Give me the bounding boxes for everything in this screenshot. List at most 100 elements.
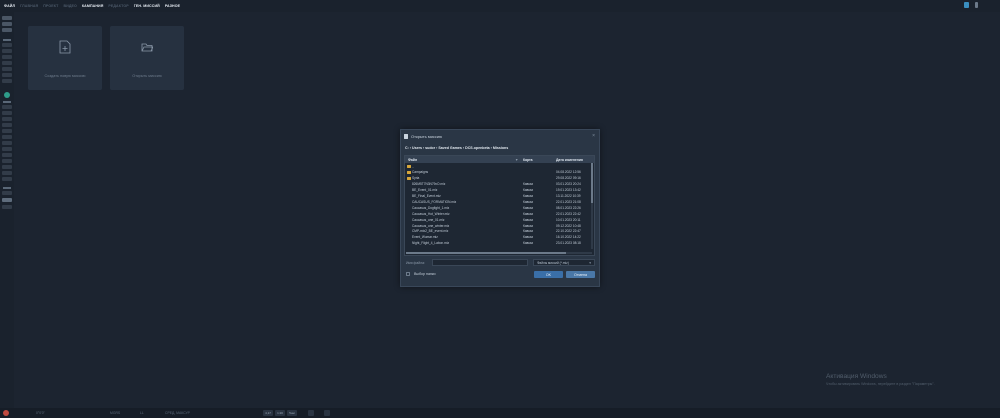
tool-button[interactable] <box>2 191 12 195</box>
file-name: CAUCASUS_FORMATION.miz <box>412 199 457 204</box>
tool-button[interactable] <box>2 105 12 109</box>
file-row[interactable]: Caucasus_Dogfight_1.miz Кавказ 08.01.2023 … <box>405 205 590 211</box>
file-row[interactable]: Caucasus_Hot_Winter.miz Кавказ 22.01.2023 … <box>405 211 590 217</box>
close-icon[interactable]: × <box>592 133 595 139</box>
file-row[interactable]: BE_Event_01.miz Кавказ 19.01.2023 13:42 <box>405 188 590 194</box>
toggle-icon[interactable] <box>324 410 330 416</box>
globe-icon[interactable] <box>4 92 10 98</box>
menu-misc[interactable]: РАЗНОЕ <box>165 4 180 8</box>
menu-video[interactable]: ВИДЕО <box>63 4 76 8</box>
menu-mission-generator[interactable]: ГЕН. МИССИЙ <box>134 4 160 8</box>
scale-box[interactable]: 1:20 <box>275 410 285 416</box>
file-name: 826M5T7N3N79xO.miz <box>412 182 446 187</box>
network-icon[interactable] <box>964 2 969 8</box>
tool-button[interactable] <box>2 129 12 133</box>
horizontal-scrollbar[interactable] <box>406 252 592 254</box>
tool-button[interactable] <box>2 61 12 65</box>
file-row[interactable]: CMP-mix2_BE_event.miz Кавказ 22.10.2022 22… <box>405 229 590 235</box>
tool-button[interactable] <box>2 16 12 20</box>
file-name: CMP-mix2_BE_event.miz <box>412 229 449 234</box>
file-name: BE_Event_01.miz <box>412 188 438 193</box>
open-folder-icon <box>141 43 153 52</box>
user-icon[interactable] <box>975 2 978 8</box>
file-row[interactable]: Syria 29.08.2022 09:16 <box>405 176 590 182</box>
cancel-button[interactable]: Отмена <box>566 271 595 278</box>
tool-button[interactable] <box>2 171 12 175</box>
file-date: 10.01.2023 20:11 <box>556 217 581 222</box>
tool-button[interactable] <box>2 123 12 127</box>
file-name: Caucasus_one_winter.miz <box>412 223 450 228</box>
tool-button[interactable] <box>2 43 12 47</box>
tool-button[interactable] <box>2 147 12 151</box>
open-mission-label: Открыть миссию <box>132 74 162 78</box>
toggle-icon[interactable] <box>308 410 314 416</box>
tool-button[interactable] <box>2 28 12 32</box>
vertical-scrollbar[interactable] <box>591 163 593 249</box>
file-row[interactable]: 826M5T7N3N79xO.miz Кавказ 03.01.2023 20:24 <box>405 182 590 188</box>
file-date: 19.01.2023 13:42 <box>556 188 581 193</box>
ll-label[interactable]: LL <box>140 411 144 415</box>
tool-button[interactable] <box>2 153 12 157</box>
breadcrumb[interactable]: C: › Users › sudor › Saved Games › DCS.o… <box>405 146 508 150</box>
file-date: 22.10.2022 22:47 <box>556 229 581 234</box>
menu-editor[interactable]: РЕДАКТОР <box>108 4 128 8</box>
menu-home[interactable]: ГЛАВНАЯ <box>20 4 38 8</box>
tool-button[interactable] <box>2 67 12 71</box>
file-row[interactable]: Caucasus_one_winter.miz Кавказ 09.12.2022 … <box>405 223 590 229</box>
distance-box[interactable]: 5нм <box>287 410 297 416</box>
tool-button[interactable] <box>2 55 12 59</box>
menu-file[interactable]: ФАЙЛ <box>4 4 15 8</box>
menu-project[interactable]: ПРОЕКТ <box>43 4 58 8</box>
folder-icon <box>406 176 411 180</box>
file-map: Кавказ <box>523 235 533 240</box>
file-row[interactable]: CAUCASUS_FORMATION.miz Кавказ 22.01.2023 2… <box>405 199 590 205</box>
document-icon <box>404 134 408 139</box>
tool-button[interactable] <box>2 177 12 181</box>
file-name: Caucasus_Dogfight_1.miz <box>412 205 450 210</box>
column-date[interactable]: Дата изменения <box>556 158 583 162</box>
file-date: 08.01.2023 22:26 <box>556 205 581 210</box>
open-mission-card[interactable]: Открыть миссию <box>110 26 184 90</box>
file-row[interactable]: Night_Flight_4_Labon.miz Кавказ 23.01.2023… <box>405 241 590 247</box>
tool-button[interactable] <box>2 205 12 209</box>
scrollbar-thumb[interactable] <box>591 163 593 203</box>
new-mission-card[interactable]: Создать новую миссию <box>28 26 102 90</box>
coordinate-readout: 0°0'0" <box>36 411 45 415</box>
map-style-label[interactable]: СРЕД. МАКСУР <box>165 411 190 415</box>
filename-input[interactable] <box>432 259 528 266</box>
tool-button[interactable] <box>2 49 12 53</box>
menu-campaign[interactable]: КАМПАНИЯ <box>82 4 104 8</box>
file-name: Event_Wumar.miz <box>412 235 438 240</box>
tool-button[interactable] <box>2 165 12 169</box>
tool-button[interactable] <box>2 111 12 115</box>
tool-button[interactable] <box>2 73 12 77</box>
file-row[interactable]: BE_Final_Event.miz Кавказ 13.11.2022 10:39 <box>405 194 590 200</box>
tool-button[interactable] <box>2 117 12 121</box>
column-map[interactable]: Карта <box>523 158 533 162</box>
file-row[interactable]: Campaigns 04.08.2022 12:56 <box>405 170 590 176</box>
file-row[interactable]: .. <box>405 164 590 170</box>
tool-button[interactable] <box>2 198 12 202</box>
file-date: 09.12.2022 10:48 <box>556 223 581 228</box>
status-bar: 0°0'0" MGRS LL СРЕД. МАКСУР 4,17 1:20 5н… <box>0 408 1000 418</box>
file-name: Caucasus_one_01.miz <box>412 217 445 222</box>
file-type-filter[interactable]: Файлы миссий (*.miz) ▾ <box>533 259 595 266</box>
settings-gear-icon[interactable] <box>3 410 9 416</box>
file-row[interactable]: Event_Wumar.miz Кавказ 16.10.2022 14:22 <box>405 235 590 241</box>
left-toolbar <box>0 12 14 408</box>
ok-button[interactable]: OK <box>534 271 563 278</box>
folder-choice-checkbox[interactable] <box>406 272 410 276</box>
mgrs-label[interactable]: MGRS <box>110 411 120 415</box>
zoom-box[interactable]: 4,17 <box>263 410 273 416</box>
tool-button[interactable] <box>2 141 12 145</box>
scrollbar-thumb[interactable] <box>406 252 566 254</box>
tool-button[interactable] <box>2 159 12 163</box>
tool-button[interactable] <box>2 135 12 139</box>
folder-icon <box>406 170 411 174</box>
tool-button[interactable] <box>2 22 12 26</box>
toolbar-section-label <box>3 39 11 41</box>
column-name[interactable]: Файл <box>408 158 417 162</box>
tool-button[interactable] <box>2 79 12 83</box>
file-map: Кавказ <box>523 211 533 216</box>
file-row[interactable]: Caucasus_one_01.miz Кавказ 10.01.2023 20:1… <box>405 217 590 223</box>
